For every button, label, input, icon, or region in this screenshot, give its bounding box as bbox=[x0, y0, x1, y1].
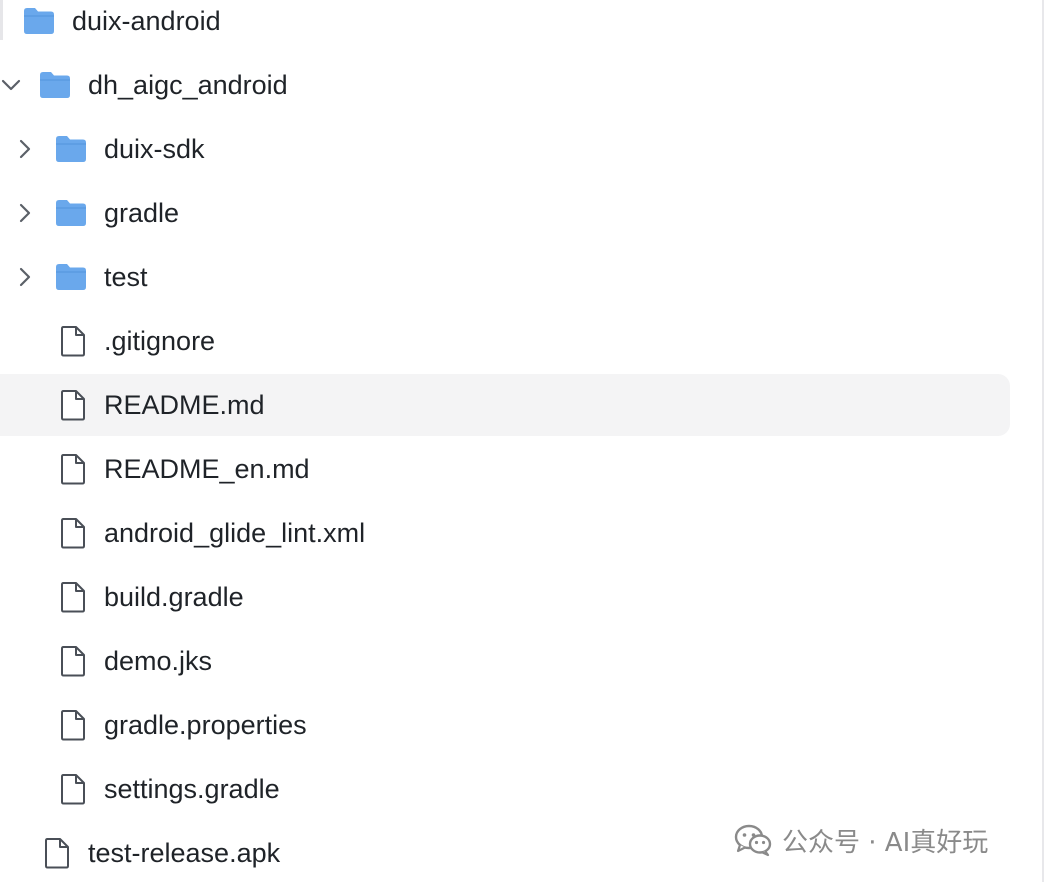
tree-item-demo-jks[interactable]: demo.jks bbox=[0, 630, 1010, 692]
tree-item-label: gradle.properties bbox=[104, 710, 307, 740]
tree-item-readme-en-md[interactable]: README_en.md bbox=[0, 438, 1010, 500]
file-icon bbox=[56, 580, 90, 614]
tree-item-label: .gitignore bbox=[104, 326, 216, 356]
tree-item-label: test-release.apk bbox=[88, 838, 281, 868]
file-icon bbox=[40, 836, 74, 870]
chevron-right-icon[interactable] bbox=[14, 138, 36, 160]
folder-icon bbox=[38, 68, 72, 102]
tree-item-label: android_glide_lint.xml bbox=[104, 518, 366, 548]
tree-item-dh-aigc-android[interactable]: dh_aigc_android bbox=[0, 54, 1010, 116]
file-icon bbox=[56, 516, 90, 550]
folder-icon bbox=[22, 4, 56, 38]
tree-item-label: demo.jks bbox=[104, 646, 213, 676]
panel-edge bbox=[0, 0, 3, 40]
tree-item-settings-gradle[interactable]: settings.gradle bbox=[0, 758, 1010, 820]
file-icon bbox=[56, 772, 90, 806]
tree-item-label: README.md bbox=[104, 390, 265, 420]
folder-icon bbox=[54, 196, 88, 230]
tree-item-label: gradle bbox=[104, 198, 180, 228]
chevron-right-icon[interactable] bbox=[14, 266, 36, 288]
tree-item-label: README_en.md bbox=[104, 454, 310, 484]
tree-item-label: test bbox=[104, 262, 148, 292]
chevron-down-icon[interactable] bbox=[0, 74, 22, 96]
watermark-text: 公众号 · AI真好玩 bbox=[782, 827, 989, 858]
tree-item-label: dh_aigc_android bbox=[88, 70, 288, 100]
tree-item-label: duix-android bbox=[72, 6, 221, 36]
folder-icon bbox=[54, 260, 88, 294]
chevron-right-icon[interactable] bbox=[14, 202, 36, 224]
tree-item-duix-sdk[interactable]: duix-sdk bbox=[0, 118, 1010, 180]
tree-item-test[interactable]: test bbox=[0, 246, 1010, 308]
tree-item-android-glide-lint-xml[interactable]: android_glide_lint.xml bbox=[0, 502, 1010, 564]
file-icon bbox=[56, 324, 90, 358]
folder-icon bbox=[54, 132, 88, 166]
tree-item-readme-md[interactable]: README.md bbox=[0, 374, 1010, 436]
watermark: 公众号 · AI真好玩 bbox=[734, 820, 988, 860]
tree-item-label: settings.gradle bbox=[104, 774, 280, 804]
file-tree: duix-android dh_aigc_android duix-sdk gr… bbox=[0, 0, 1044, 882]
file-icon bbox=[56, 644, 90, 678]
tree-item-gitignore[interactable]: .gitignore bbox=[0, 310, 1010, 372]
file-icon bbox=[56, 708, 90, 742]
file-icon bbox=[56, 452, 90, 486]
tree-item-label: build.gradle bbox=[104, 582, 244, 612]
wechat-icon bbox=[734, 823, 772, 857]
tree-item-label: duix-sdk bbox=[104, 134, 205, 164]
tree-item-duix-android[interactable]: duix-android bbox=[0, 0, 1010, 52]
tree-item-build-gradle[interactable]: build.gradle bbox=[0, 566, 1010, 628]
file-icon bbox=[56, 388, 90, 422]
tree-item-gradle[interactable]: gradle bbox=[0, 182, 1010, 244]
tree-item-gradle-properties[interactable]: gradle.properties bbox=[0, 694, 1010, 756]
